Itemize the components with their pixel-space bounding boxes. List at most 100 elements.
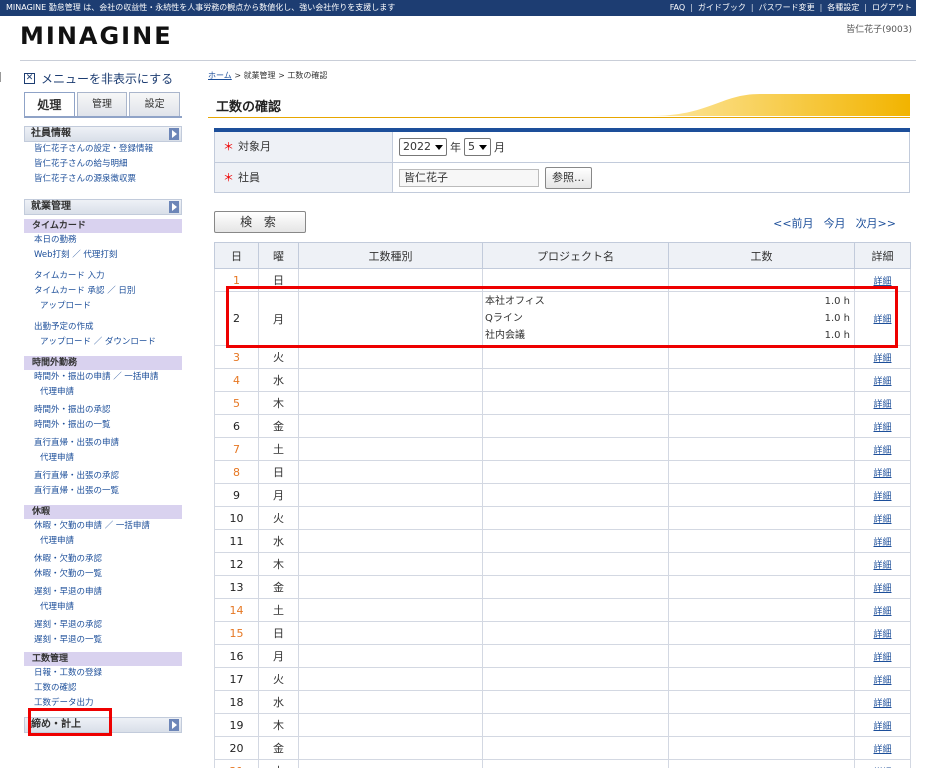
- sidebar-link-leave-apply[interactable]: 休暇・欠勤の申請 ／ 一括申請: [24, 519, 182, 534]
- hours-cell: [668, 368, 855, 392]
- tab-manage[interactable]: 管理: [76, 92, 128, 116]
- logout-link[interactable]: ログアウト: [872, 3, 912, 12]
- month-select[interactable]: 5: [464, 138, 491, 156]
- detail-link[interactable]: 詳細: [854, 598, 911, 622]
- sidebar-link-timecard-input[interactable]: タイムカード 入力: [24, 269, 182, 284]
- minagine-logo[interactable]: MINAGINE: [20, 22, 173, 50]
- chevron-down-icon: [435, 144, 443, 150]
- day-cell: 8: [214, 460, 259, 484]
- sidebar-link-ot-list[interactable]: 時間外・振出の一覧: [24, 418, 182, 433]
- sidebar-link-leave-approve[interactable]: 休暇・欠勤の承認: [24, 552, 182, 567]
- reference-button[interactable]: 参照...: [545, 166, 592, 189]
- table-row: 19 木 詳細: [214, 713, 911, 737]
- sidebar-link-daily-report[interactable]: 日報・工数の登録: [24, 666, 182, 681]
- password-change-link[interactable]: パスワード変更: [759, 3, 815, 12]
- sidebar-link-today[interactable]: 本日の勤務: [24, 233, 182, 248]
- search-form: ＊対象月 2022 年 5 月 ＊社員 皆仁花子 参照...: [214, 132, 910, 193]
- tab-settings[interactable]: 設定: [129, 92, 181, 116]
- section-employee-info[interactable]: 社員情報: [24, 126, 182, 142]
- detail-link[interactable]: 詳細: [854, 529, 911, 553]
- detail-link[interactable]: 詳細: [854, 506, 911, 530]
- sidebar-link-ot-apply[interactable]: 時間外・振出の申請 ／ 一括申請: [24, 370, 182, 385]
- detail-link[interactable]: 詳細: [854, 759, 911, 768]
- detail-link[interactable]: 詳細: [854, 713, 911, 737]
- detail-link[interactable]: 詳細: [854, 368, 911, 392]
- type-cell: [298, 345, 483, 369]
- guidebook-link[interactable]: ガイドブック: [698, 3, 746, 12]
- breadcrumb-home[interactable]: ホーム: [208, 71, 232, 80]
- hours-cell: [668, 598, 855, 622]
- weekday-cell: 土: [258, 598, 299, 622]
- sidebar-link-ot-proxy[interactable]: 代理申請: [24, 385, 182, 400]
- day-cell: 7: [214, 437, 259, 461]
- detail-link[interactable]: 詳細: [854, 460, 911, 484]
- type-cell: [298, 690, 483, 714]
- settings-link[interactable]: 各種設定: [827, 3, 859, 12]
- table-row: 11 水 詳細: [214, 529, 911, 553]
- table-row: 15 日 詳細: [214, 621, 911, 645]
- detail-link[interactable]: 詳細: [854, 345, 911, 369]
- type-cell: [298, 621, 483, 645]
- detail-link[interactable]: 詳細: [854, 414, 911, 438]
- sidebar-link-updown[interactable]: アップロード ／ ダウンロード: [24, 335, 182, 350]
- type-cell: [298, 759, 483, 768]
- day-cell: 20: [214, 736, 259, 760]
- project-cell: [482, 552, 669, 576]
- sidebar-link-late-approve[interactable]: 遅刻・早退の承認: [24, 618, 182, 633]
- tab-process[interactable]: 処理: [24, 92, 75, 116]
- employee-field[interactable]: 皆仁花子: [399, 168, 539, 187]
- sidebar-link-profile[interactable]: 皆仁花子さんの設定・登録情報: [24, 142, 182, 157]
- weekday-cell: 月: [258, 644, 299, 668]
- next-month-link[interactable]: 次月>>: [856, 217, 896, 230]
- hours-cell: [668, 483, 855, 507]
- detail-link[interactable]: 詳細: [854, 644, 911, 668]
- weekday-cell: 土: [258, 759, 299, 768]
- detail-link[interactable]: 詳細: [854, 391, 911, 415]
- project-cell: [482, 621, 669, 645]
- hours-cell: [668, 667, 855, 691]
- sidebar-link-ot-approve[interactable]: 時間外・振出の承認: [24, 403, 182, 418]
- sidebar-link-upload[interactable]: アップロード: [24, 299, 182, 314]
- table-row: 16 月 詳細: [214, 644, 911, 668]
- detail-link[interactable]: 詳細: [854, 437, 911, 461]
- sidebar-link-late-list[interactable]: 遅刻・早退の一覧: [24, 633, 182, 648]
- detail-link[interactable]: 詳細: [854, 690, 911, 714]
- project-cell: [482, 575, 669, 599]
- page-title-bar: 工数の確認: [208, 90, 910, 118]
- section-work-management[interactable]: 就業管理: [24, 199, 182, 215]
- sidebar-link-leave-proxy[interactable]: 代理申請: [24, 534, 182, 549]
- detail-link[interactable]: 詳細: [854, 552, 911, 576]
- current-month-link[interactable]: 今月: [824, 217, 846, 230]
- project-cell: [482, 368, 669, 392]
- sidebar-link-trip-list[interactable]: 直行直帰・出張の一覧: [24, 484, 182, 499]
- sidebar-link-timecard-approve[interactable]: タイムカード 承認 ／ 日別: [24, 284, 182, 299]
- sidebar-link-leave-list[interactable]: 休暇・欠勤の一覧: [24, 567, 182, 582]
- sidebar-link-late-apply[interactable]: 遅刻・早退の申請: [24, 585, 182, 600]
- col-day: 日: [214, 242, 259, 269]
- type-cell: [298, 552, 483, 576]
- hours-cell: [668, 460, 855, 484]
- search-button[interactable]: 検 索: [214, 211, 306, 233]
- detail-link[interactable]: 詳細: [854, 483, 911, 507]
- detail-link[interactable]: 詳細: [854, 575, 911, 599]
- hide-menu-toggle[interactable]: ✕ メニューを非表示にする: [24, 68, 182, 88]
- sidebar-link-web-clock[interactable]: Web打刻 ／ 代理打刻: [24, 248, 182, 263]
- year-select[interactable]: 2022: [399, 138, 447, 156]
- detail-link[interactable]: 詳細: [854, 621, 911, 645]
- sidebar-link-tax-slip[interactable]: 皆仁花子さんの源泉徴収票: [24, 172, 182, 187]
- sidebar-link-trip-approve[interactable]: 直行直帰・出張の承認: [24, 469, 182, 484]
- sidebar-link-schedule[interactable]: 出勤予定の作成: [24, 320, 182, 335]
- sidebar-link-payslip[interactable]: 皆仁花子さんの給与明細: [24, 157, 182, 172]
- detail-link[interactable]: 詳細: [854, 736, 911, 760]
- table-row: 21土 詳細: [214, 759, 911, 768]
- prev-month-link[interactable]: <<前月: [773, 217, 813, 230]
- sidebar-link-late-proxy[interactable]: 代理申請: [24, 600, 182, 615]
- detail-link[interactable]: 詳細: [854, 667, 911, 691]
- sidebar-link-workload-check[interactable]: 工数の確認: [24, 681, 182, 696]
- sidebar-link-trip-proxy[interactable]: 代理申請: [24, 451, 182, 466]
- weekday-cell: 月: [258, 483, 299, 507]
- sidebar-link-trip-apply[interactable]: 直行直帰・出張の申請: [24, 436, 182, 451]
- faq-link[interactable]: FAQ: [670, 3, 686, 12]
- hours-cell: [668, 437, 855, 461]
- project-cell: [482, 437, 669, 461]
